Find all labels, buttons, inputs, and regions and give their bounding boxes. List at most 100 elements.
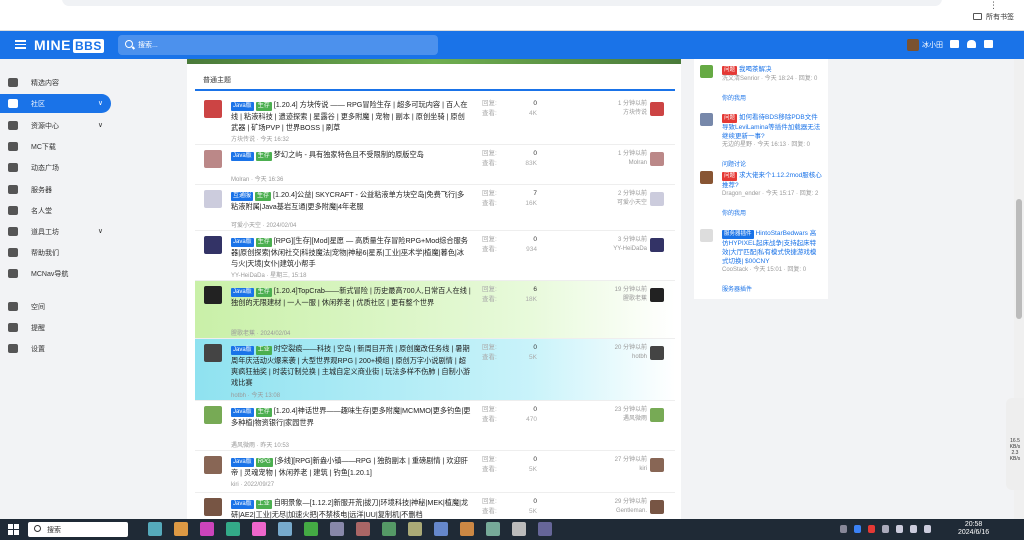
sidebar-item-1[interactable]: 社区 ∨: [0, 94, 111, 113]
tray-app-icon[interactable]: [868, 525, 875, 533]
item-title[interactable]: 服务器插件 HintoStarBedwars 高仿HYPIXEL起床战争|支持起床…: [722, 229, 822, 266]
thread-title-text[interactable]: 梦幻之屿 - 具有独家特色且不受限制的原版空岛: [274, 150, 424, 159]
last-reply-time[interactable]: 23 分钟以前: [577, 406, 647, 415]
last-reply-user[interactable]: 方块传说: [577, 109, 647, 118]
sidebar-item-8[interactable]: 帮助我们: [0, 243, 111, 262]
bell-icon[interactable]: [967, 40, 976, 48]
taskbar-app-icon[interactable]: [460, 522, 474, 536]
prefix-tag[interactable]: 生存: [255, 408, 272, 417]
last-reply[interactable]: 3 分钟以前 YY-HeiDaDa: [577, 236, 647, 254]
avatar[interactable]: [204, 150, 222, 168]
taskbar-app-icon[interactable]: [486, 522, 500, 536]
prefix-tag[interactable]: RPG: [255, 458, 273, 467]
item-title-text[interactable]: 我喝茶解决: [739, 66, 772, 73]
prefix-tag[interactable]: 问题: [722, 172, 738, 181]
taskbar-app-icon[interactable]: [200, 522, 214, 536]
tray-battery-icon[interactable]: [924, 525, 931, 533]
forum-link[interactable]: 服务器插件: [722, 284, 752, 293]
sidebar-item-2[interactable]: 资源中心 ∨: [0, 116, 111, 135]
item-title[interactable]: 问题 我喝茶解决: [722, 65, 822, 75]
avatar[interactable]: [204, 236, 222, 254]
prefix-tag[interactable]: 生存: [255, 192, 272, 201]
last-reply-user[interactable]: 腥歌老蕉: [577, 295, 647, 304]
mail-icon[interactable]: [950, 40, 959, 48]
last-reply-user[interactable]: kiri: [577, 465, 647, 474]
avatar[interactable]: [204, 498, 222, 516]
last-reply-avatar[interactable]: [650, 152, 664, 166]
sidebar-item-0[interactable]: 精选内容: [0, 73, 111, 92]
prefix-tag[interactable]: Java版: [231, 102, 254, 111]
tray-cloud-icon[interactable]: [882, 525, 889, 533]
all-bookmarks[interactable]: 所有书签: [973, 12, 1014, 22]
prefix-tag[interactable]: Java版: [231, 408, 254, 417]
forum-link[interactable]: 你的我用: [722, 208, 746, 217]
prefix-tag[interactable]: 问题: [722, 114, 738, 123]
last-reply-user[interactable]: Gentleman.: [577, 507, 647, 516]
avatar[interactable]: [204, 100, 222, 118]
prefix-tag[interactable]: 问题: [722, 66, 738, 75]
last-reply-avatar[interactable]: [650, 458, 664, 472]
last-reply-avatar[interactable]: [650, 346, 664, 360]
taskbar-app-icon[interactable]: [408, 522, 422, 536]
last-reply[interactable]: 27 分钟以前 kiri: [577, 456, 647, 474]
taskbar-app-icon[interactable]: [512, 522, 526, 536]
taskbar-app-icon[interactable]: [278, 522, 292, 536]
last-reply-avatar[interactable]: [650, 238, 664, 252]
taskbar-app-icon[interactable]: [226, 522, 240, 536]
sidebar-item-4[interactable]: 动态广场: [0, 158, 111, 177]
taskbar-app-icon[interactable]: [252, 522, 266, 536]
sidebar-item-5[interactable]: 服务器: [0, 180, 111, 199]
last-reply[interactable]: 19 分钟以前 腥歌老蕉: [577, 286, 647, 304]
thread-title[interactable]: Java版 工业 时空裂痕——科技 | 空岛 | 新周目开荒 | 原创魔改任务线 |…: [231, 343, 471, 388]
table-row[interactable]: Java版 生存 [1.20.4]TopCrab——新式冒险 | 历史最高700人,…: [195, 281, 675, 339]
taskbar-app-icon[interactable]: [382, 522, 396, 536]
windows-start-icon[interactable]: [8, 524, 19, 535]
prefix-tag[interactable]: 工业: [255, 500, 272, 509]
last-reply-time[interactable]: 19 分钟以前: [577, 286, 647, 295]
prefix-tag[interactable]: Java版: [231, 346, 254, 355]
last-reply[interactable]: 1 分钟以前 Molran: [577, 150, 647, 168]
table-row[interactable]: Java版 工业 时空裂痕——科技 | 空岛 | 新周目开荒 | 原创魔改任务线 |…: [195, 339, 675, 401]
last-reply[interactable]: 2 分钟以前 可爱小天空: [577, 190, 647, 208]
thread-title[interactable]: Java版 生存 [1.20.4]TopCrab——新式冒险 | 历史最高700人,…: [231, 285, 471, 308]
table-row[interactable]: Java版 生存 梦幻之屿 - 具有独家特色且不受限制的原版空岛 Molran · 今…: [195, 145, 675, 185]
prefix-tag[interactable]: Java版: [231, 288, 254, 297]
taskbar-app-icon[interactable]: [174, 522, 188, 536]
thread-title[interactable]: Java版 生存 [RPG][生存][Mod]星愿 — 高质量生存冒险RPG+Mod…: [231, 235, 471, 269]
thread-title[interactable]: 互通服 生存 [1.20.4]公益| SKYCRAFT - 公益粘液单方块空岛|免费…: [231, 189, 471, 212]
prefix-tag[interactable]: 生存: [255, 152, 272, 161]
chevron-down-icon[interactable]: ∨: [98, 121, 103, 129]
sidebar-item-9[interactable]: MCNav导航: [0, 264, 111, 283]
table-row[interactable]: Java版 生存 [1.20.4]神话世界——趣味生存|更多附魔|MCMMO|更多钓…: [195, 401, 675, 451]
thread-title[interactable]: Java版 生存 [1.20.4]神话世界——趣味生存|更多附魔|MCMMO|更多钓…: [231, 405, 471, 428]
thread-title[interactable]: Java版 生存 梦幻之屿 - 具有独家特色且不受限制的原版空岛: [231, 149, 471, 161]
avatar[interactable]: [204, 286, 222, 304]
last-reply-time[interactable]: 1 分钟以前: [577, 150, 647, 159]
last-reply[interactable]: 23 分钟以前 遇风微雨: [577, 406, 647, 424]
taskbar-app-icon[interactable]: [330, 522, 344, 536]
last-reply[interactable]: 29 分钟以前 Gentleman.: [577, 498, 647, 516]
last-reply-user[interactable]: hotbh: [577, 353, 647, 362]
prefix-tag[interactable]: Java版: [231, 500, 254, 509]
last-reply-time[interactable]: 27 分钟以前: [577, 456, 647, 465]
taskbar-app-icon[interactable]: [356, 522, 370, 536]
prefix-tag[interactable]: 服务器插件: [722, 230, 754, 239]
prefix-tag[interactable]: 生存: [255, 238, 272, 247]
taskbar-app-icon[interactable]: [148, 522, 162, 536]
address-bar[interactable]: minebbs.com/forums/: [62, 0, 942, 6]
last-reply-time[interactable]: 1 分钟以前: [577, 100, 647, 109]
sidebar-item-11[interactable]: 提醒: [0, 318, 111, 337]
last-reply-avatar[interactable]: [650, 500, 664, 514]
thread-title[interactable]: Java版 RPG [多线][RPG]新盎小镇——RPG | 独韵副本 | 重磅剧情…: [231, 455, 471, 478]
bookmark-icon[interactable]: [984, 40, 993, 48]
prefix-tag[interactable]: 工业: [255, 346, 272, 355]
avatar[interactable]: [700, 65, 713, 78]
forum-link[interactable]: 你的我用: [722, 93, 746, 102]
last-reply-avatar[interactable]: [650, 408, 664, 422]
prefix-tag[interactable]: Java版: [231, 458, 254, 467]
sidebar-item-10[interactable]: 空间: [0, 297, 111, 316]
tray-chevron-icon[interactable]: [840, 525, 847, 533]
avatar[interactable]: [204, 344, 222, 362]
chevron-down-icon[interactable]: ∨: [98, 227, 103, 235]
chevron-down-icon[interactable]: ∨: [98, 99, 103, 107]
